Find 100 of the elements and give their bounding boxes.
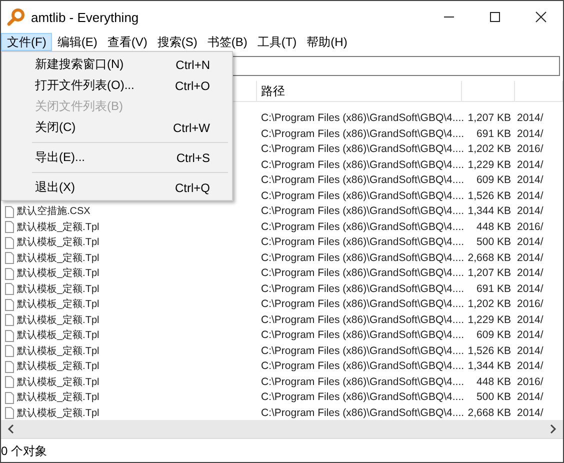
file-size: 1,229 KB (468, 158, 511, 170)
file-name: 默认模板_定额.Tpl (17, 328, 100, 343)
file-icon (5, 314, 14, 326)
file-name: 默认模板_定额.Tpl (17, 236, 100, 250)
file-date: 2014/ (517, 406, 544, 418)
file-size: 1,526 KB (468, 344, 511, 356)
file-size: 1,207 KB (468, 112, 511, 124)
file-path: C:\Program Files (x86)\GrandSoft\GBQ\4.... (261, 360, 464, 372)
file-size: 2,668 KB (468, 406, 511, 418)
file-date: 2016/ (517, 143, 544, 155)
file-size: 1,344 KB (468, 360, 511, 372)
horizontal-scrollbar[interactable] (1, 420, 563, 438)
file-name: 默认空措施.CSX (17, 204, 90, 219)
file-date: 2014/ (517, 128, 544, 140)
menu-item[interactable]: 查看(V) (102, 33, 152, 51)
file-name: 默认模板_定额.Tpl (17, 282, 100, 296)
file-path: C:\Program Files (x86)\GrandSoft\GBQ\4.... (261, 376, 464, 388)
file-path: C:\Program Files (x86)\GrandSoft\GBQ\4.... (261, 174, 464, 186)
file-size: 1,229 KB (468, 314, 511, 326)
file-size: 691 KB (476, 128, 511, 140)
file-date: 2014/ (517, 236, 544, 248)
file-path: C:\Program Files (x86)\GrandSoft\GBQ\4.... (261, 298, 464, 310)
file-size: 1,207 KB (468, 267, 511, 279)
file-path: C:\Program Files (x86)\GrandSoft\GBQ\4.... (261, 205, 464, 217)
file-date: 2016/ (517, 376, 544, 388)
file-date: 2014/ (517, 205, 544, 217)
menu-entry[interactable]: 新建搜索窗口(N) Ctrl+N (2, 54, 232, 75)
file-icon (5, 360, 14, 373)
menu-item[interactable]: 工具(T) (252, 33, 302, 51)
menu-item[interactable]: 文件(F) (1, 33, 52, 51)
file-name: 默认模板_定额.Tpl (17, 344, 100, 358)
file-date: 2016/ (517, 298, 544, 310)
file-name: 默认模板_定额.Tpl (17, 314, 100, 328)
menu-item[interactable]: 书签(B) (202, 33, 252, 51)
file-size: 500 KB (476, 236, 511, 248)
file-path: C:\Program Files (x86)\GrandSoft\GBQ\4.... (261, 128, 464, 140)
menu-item[interactable]: 搜索(S) (152, 33, 202, 51)
file-icon (5, 283, 14, 296)
menu-item[interactable]: 编辑(E) (52, 33, 102, 51)
status-text: 0 个对象 (1, 442, 48, 460)
file-icon (5, 206, 14, 218)
magnifier-icon (7, 8, 25, 26)
file-size: 2,668 KB (468, 252, 511, 264)
file-name: 默认模板_定额.Tpl (17, 390, 100, 405)
file-path: C:\Program Files (x86)\GrandSoft\GBQ\4.... (261, 190, 464, 202)
file-date: 2016/ (517, 220, 544, 232)
file-size: 609 KB (476, 174, 511, 186)
menu-item[interactable]: 帮助(H) (302, 33, 352, 51)
file-date: 2014/ (517, 252, 544, 264)
file-date: 2014/ (517, 314, 544, 326)
file-path: C:\Program Files (x86)\GrandSoft\GBQ\4.... (261, 406, 464, 418)
file-date: 2014/ (517, 112, 544, 124)
maximize-icon[interactable] (489, 11, 501, 23)
file-path: C:\Program Files (x86)\GrandSoft\GBQ\4.... (261, 282, 464, 294)
file-path: C:\Program Files (x86)\GrandSoft\GBQ\4.... (261, 143, 464, 155)
file-date: 2014/ (517, 267, 544, 279)
file-size: 500 KB (476, 391, 511, 403)
file-name: 默认模板_定额.Tpl (17, 252, 100, 266)
file-icon (5, 236, 14, 249)
file-size: 609 KB (476, 329, 511, 341)
file-icon (5, 392, 14, 404)
file-icon (5, 298, 14, 311)
menu-entry[interactable]: 退出(X) Ctrl+Q (2, 177, 232, 198)
file-date: 2014/ (517, 344, 544, 356)
file-date: 2014/ (517, 329, 544, 341)
file-path: C:\Program Files (x86)\GrandSoft\GBQ\4.... (261, 158, 464, 170)
file-date: 2014/ (517, 282, 544, 294)
file-date: 2014/ (517, 158, 544, 170)
file-icon (5, 407, 14, 420)
file-size: 1,526 KB (468, 190, 511, 202)
menu-entry[interactable]: 导出(E)... Ctrl+S (2, 147, 232, 168)
file-icon (5, 268, 14, 280)
menu-entry[interactable]: 打开文件列表(O)... Ctrl+O (2, 75, 232, 96)
file-size: 1,202 KB (468, 298, 511, 310)
file-icon (5, 345, 14, 358)
scroll-left-icon[interactable] (7, 424, 15, 434)
file-path: C:\Program Files (x86)\GrandSoft\GBQ\4.... (261, 391, 464, 403)
window-title: amtlib - Everything (31, 10, 139, 24)
file-name: 默认模板_定额.Tpl (17, 406, 100, 420)
file-name: 默认模板_定额.Tpl (17, 376, 100, 390)
file-icon (5, 252, 14, 264)
column-header[interactable]: 路径 (257, 81, 462, 101)
file-size: 691 KB (476, 282, 511, 294)
file-path: C:\Program Files (x86)\GrandSoft\GBQ\4.... (261, 329, 464, 341)
file-name: 默认模板_定额.Tpl (17, 266, 100, 281)
file-path: C:\Program Files (x86)\GrandSoft\GBQ\4.... (261, 220, 464, 232)
file-date: 2014/ (517, 391, 544, 403)
file-icon (5, 330, 14, 342)
file-size: 1,202 KB (468, 143, 511, 155)
file-name: 默认模板_定额.Tpl (17, 360, 100, 374)
file-size: 448 KB (476, 376, 511, 388)
file-name: 默认模板_定额.Tpl (17, 220, 100, 234)
close-icon[interactable] (535, 11, 547, 23)
file-path: C:\Program Files (x86)\GrandSoft\GBQ\4.... (261, 252, 464, 264)
scroll-right-icon[interactable] (549, 424, 557, 434)
file-date: 2014/ (517, 360, 544, 372)
menu-entry[interactable]: 关闭(C) Ctrl+W (2, 117, 232, 138)
file-path: C:\Program Files (x86)\GrandSoft\GBQ\4.... (261, 112, 464, 124)
file-path: C:\Program Files (x86)\GrandSoft\GBQ\4.... (261, 344, 464, 356)
file-path: C:\Program Files (x86)\GrandSoft\GBQ\4.... (261, 267, 464, 279)
